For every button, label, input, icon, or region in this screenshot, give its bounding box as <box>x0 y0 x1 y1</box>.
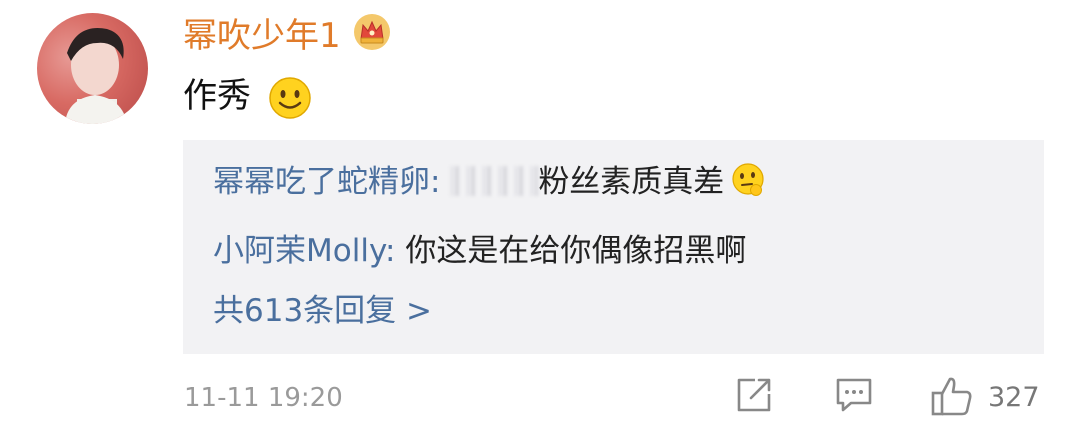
username[interactable]: 幂吹少年1 <box>183 14 341 58</box>
avatar[interactable] <box>37 13 148 124</box>
share-icon[interactable] <box>735 376 773 414</box>
reply-text: 你这是在给你偶像招黑啊 <box>405 233 747 269</box>
reply-author[interactable]: 小阿茉Molly: <box>213 233 395 269</box>
more-replies-link[interactable]: 共613条回复 > <box>213 291 432 331</box>
reply-text: 粉丝素质真差 <box>538 164 725 200</box>
thinking-emoji <box>732 163 764 196</box>
redacted-text <box>450 166 539 196</box>
comment-text: 作秀 <box>183 76 251 116</box>
reply-author[interactable]: 幂幂吃了蛇精卵: <box>213 164 440 200</box>
timestamp: 11-11 19:20 <box>184 383 343 413</box>
replies-panel: 幂幂吃了蛇精卵: 粉丝素质真差 小阿茉Molly: 你这是在给你偶像招黑啊 共6… <box>183 140 1044 354</box>
reply-item: 幂幂吃了蛇精卵: 粉丝素质真差 <box>213 162 766 202</box>
crown-icon <box>354 14 390 50</box>
reply-item: 小阿茉Molly: 你这是在给你偶像招黑啊 <box>213 231 746 271</box>
comment-icon[interactable] <box>835 376 873 414</box>
smile-emoji <box>269 77 311 119</box>
like-count: 327 <box>988 382 1040 413</box>
thumbs-up-icon[interactable] <box>930 374 974 418</box>
